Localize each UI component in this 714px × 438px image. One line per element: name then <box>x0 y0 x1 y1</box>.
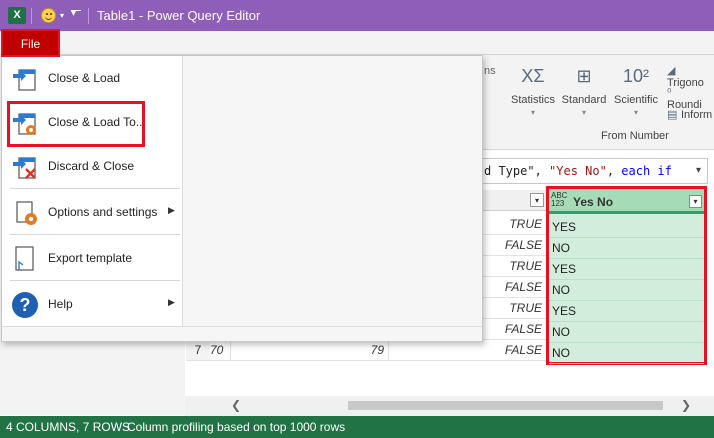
standard-label: Standard <box>561 94 607 106</box>
table-cell[interactable]: 70 <box>210 340 230 361</box>
status-bar: 4 COLUMNS, 7 ROWS Column profiling based… <box>0 416 714 438</box>
file-menu-footer <box>2 326 482 341</box>
chevron-down-icon[interactable]: ▾ <box>696 159 701 183</box>
menu-item-export-template[interactable]: Export template <box>6 236 178 280</box>
column-filter-button[interactable]: ▾ <box>530 193 544 207</box>
formula-bar[interactable]: d Type", "Yes No", each if ▾ <box>482 158 708 184</box>
trigonometry-icon: ◢ <box>667 65 676 77</box>
quick-access-customize-icon[interactable] <box>71 8 81 20</box>
yes-no-header-title: Yes No <box>573 195 614 209</box>
rounding-icon: ⁰ <box>667 87 672 99</box>
row-number[interactable]: 7 <box>186 340 210 361</box>
statistics-label: Statistics <box>510 94 555 106</box>
type-any-icon[interactable]: ABC 123 <box>551 192 571 208</box>
menu-divider <box>10 280 180 281</box>
scientific-button[interactable]: 10² Scientific ▾ <box>610 62 662 117</box>
menu-item-help[interactable]: ? Help ▶ <box>6 282 178 326</box>
table-cell[interactable]: NO <box>549 280 704 301</box>
help-icon: ? <box>12 292 38 318</box>
ribbon-tab-row <box>0 31 714 55</box>
menu-item-options-settings[interactable]: Options and settings ▶ <box>6 190 178 234</box>
chevron-down-icon: ▾ <box>581 108 586 117</box>
chevron-down-icon[interactable]: ▾ <box>60 11 64 20</box>
menu-item-label: Help <box>48 297 73 311</box>
smiley-feedback-icon[interactable] <box>41 8 56 23</box>
table-cell[interactable]: 79 <box>230 340 388 361</box>
menu-divider <box>10 188 180 189</box>
scientific-label: Scientific <box>613 94 659 106</box>
statistics-icon: XΣ <box>521 66 545 86</box>
scientific-icon: 10² <box>622 66 649 86</box>
formula-string: "Yes No" <box>549 164 607 178</box>
information-button[interactable]: ▤ Inform <box>667 108 712 121</box>
ribbon-fragment-label: ns <box>484 65 496 77</box>
information-icon: ▤ <box>667 109 678 121</box>
menu-item-close-load[interactable]: Close & Load <box>6 56 178 100</box>
title-separator <box>31 8 32 24</box>
table-cell[interactable]: YES <box>549 259 704 280</box>
highlight-close-load-to <box>7 101 145 147</box>
status-summary: 4 COLUMNS, 7 ROWS <box>6 420 131 434</box>
status-profiling[interactable]: Column profiling based on top 1000 rows <box>127 416 345 438</box>
table-cell[interactable]: NO <box>549 238 704 259</box>
ribbon-group-label: From Number <box>601 130 669 142</box>
standard-button[interactable]: ⊞ Standard ▾ <box>558 62 610 117</box>
table-cell[interactable]: FALSE <box>388 340 546 361</box>
export-template-icon <box>15 246 34 271</box>
formula-separator: , <box>606 164 622 178</box>
table-cell[interactable]: NO <box>549 322 704 343</box>
horizontal-scrollbar[interactable]: ❮ ❯ <box>185 396 714 416</box>
scroll-right-icon[interactable]: ❯ <box>681 398 691 412</box>
menu-item-label: Export template <box>48 251 133 265</box>
menu-item-label: Discard & Close <box>48 159 135 173</box>
window-title: Table1 - Power Query Editor <box>97 8 261 23</box>
table-cell[interactable]: YES <box>549 217 704 238</box>
title-bar: X ▾ Table1 - Power Query Editor <box>0 0 714 31</box>
scrollbar-thumb[interactable] <box>348 401 663 410</box>
title-separator <box>88 8 89 24</box>
chevron-right-icon: ▶ <box>168 205 175 215</box>
file-tab[interactable]: File <box>1 29 60 57</box>
yes-no-column-header[interactable]: ABC 123 Yes No ▾ <box>549 189 704 214</box>
chevron-right-icon: ▶ <box>168 297 175 307</box>
table-cell[interactable]: YES <box>549 301 704 322</box>
type-icon-bottom: 123 <box>551 199 565 208</box>
scroll-left-icon[interactable]: ❮ <box>231 398 241 412</box>
formula-prefix: d Type", <box>484 164 550 178</box>
table-cell[interactable]: NO <box>549 343 704 364</box>
chevron-down-icon: ▾ <box>633 108 638 117</box>
chevron-down-icon: ▾ <box>530 108 535 117</box>
menu-item-discard-close[interactable]: Discard & Close <box>6 144 178 188</box>
menu-item-label: Close & Load <box>48 71 121 85</box>
close-load-icon <box>13 69 36 91</box>
menu-divider <box>10 234 180 235</box>
file-menu: Close & Load Close & Load To... Discard … <box>1 55 483 342</box>
information-label: Inform <box>681 109 713 121</box>
excel-icon[interactable]: X <box>8 7 26 24</box>
options-settings-icon <box>16 201 37 225</box>
file-menu-commands: Close & Load Close & Load To... Discard … <box>2 56 182 326</box>
svg-text:?: ? <box>20 295 31 315</box>
standard-icon: ⊞ <box>576 66 592 86</box>
discard-close-icon <box>13 157 36 179</box>
statistics-button[interactable]: XΣ Statistics ▾ <box>508 62 558 117</box>
menu-item-label: Options and settings <box>48 205 158 219</box>
yes-no-column[interactable]: ABC 123 Yes No ▾ YES NO YES NO YES NO NO <box>546 186 707 365</box>
formula-keyword: each if <box>621 164 672 178</box>
yes-no-filter-button[interactable]: ▾ <box>689 195 702 208</box>
file-menu-submenu-pane <box>182 56 482 326</box>
